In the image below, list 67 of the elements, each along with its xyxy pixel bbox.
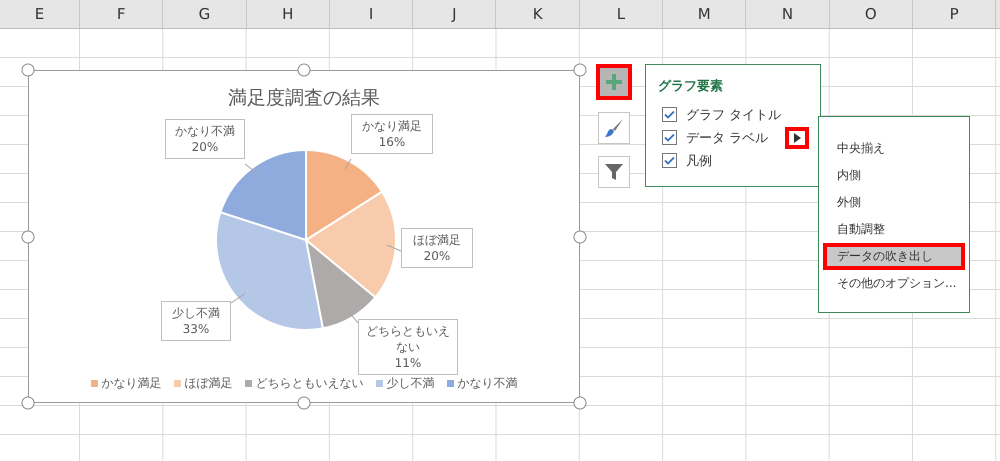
column-header[interactable]: L xyxy=(580,0,664,28)
column-header[interactable]: H xyxy=(246,0,330,28)
menu-item[interactable]: 外側 xyxy=(823,189,965,216)
callout-category: 少し不満 xyxy=(172,305,220,321)
callout-percent: 33% xyxy=(182,321,210,337)
menu-item[interactable]: 中央揃え xyxy=(823,135,965,162)
legend-swatch-icon xyxy=(174,380,180,387)
callout-category: ほぼ満足 xyxy=(413,232,461,248)
leader-line xyxy=(230,293,246,304)
menu-item[interactable]: データの吹き出し xyxy=(823,243,965,270)
leader-line xyxy=(244,164,259,175)
chart-filters-button[interactable] xyxy=(598,156,630,188)
leader-line xyxy=(346,309,358,324)
legend-swatch-icon xyxy=(90,380,98,387)
chart-styles-button[interactable] xyxy=(598,112,630,144)
leader-line xyxy=(344,158,352,170)
checkbox[interactable] xyxy=(662,153,677,168)
callout-percent: 20% xyxy=(192,139,218,155)
legend-label: かなり不満 xyxy=(458,375,518,392)
chart-elements-button[interactable] xyxy=(596,64,632,100)
resize-handle[interactable] xyxy=(574,64,586,76)
callout-category: どちらともいえない xyxy=(365,323,451,355)
resize-handle[interactable] xyxy=(22,396,34,410)
legend-label: かなり満足 xyxy=(102,375,162,392)
element-label[interactable]: グラフ タイトル xyxy=(686,106,782,124)
resize-handle[interactable] xyxy=(298,64,310,76)
panel-title: グラフ要素 xyxy=(658,78,724,95)
column-header[interactable]: J xyxy=(413,0,496,28)
callout-percent: 11% xyxy=(394,355,422,371)
legend-swatch-icon xyxy=(376,380,382,387)
column-header[interactable]: P xyxy=(912,0,996,28)
resize-handle[interactable] xyxy=(22,64,34,76)
legend-label: どちらともいえない xyxy=(256,375,364,392)
callout-percent: 16% xyxy=(378,134,406,150)
legend-label: ほぼ満足 xyxy=(184,375,232,392)
column-header[interactable]: G xyxy=(163,0,247,28)
caret-icon xyxy=(794,132,800,142)
plus-icon xyxy=(605,73,623,91)
paintbrush-icon xyxy=(604,118,624,138)
element-label[interactable]: 凡例 xyxy=(686,152,712,170)
menu-item[interactable]: 自動調整 xyxy=(823,216,965,243)
resize-handle[interactable] xyxy=(298,396,310,410)
checkbox[interactable] xyxy=(662,130,677,145)
column-header[interactable]: N xyxy=(746,0,830,28)
chart-area[interactable]: 満足度調査の結果 かなり不満 20% かなり満足 16% ほぼ満足 20% 少し不満 33% どちらともいえない 11% かなり満足 ほぼ満足 どちらともいえない 少し不満 かなり不満 xyxy=(28,70,580,403)
resize-handle[interactable] xyxy=(22,230,34,243)
legend-swatch-icon xyxy=(244,380,252,387)
legend-swatch-icon xyxy=(446,380,454,387)
callout-category: かなり不満 xyxy=(175,123,235,139)
column-header[interactable]: F xyxy=(80,0,164,28)
column-header[interactable]: M xyxy=(663,0,746,28)
column-header[interactable]: O xyxy=(830,0,913,28)
menu-item[interactable]: 内側 xyxy=(823,162,965,189)
chart-title: 満足度調査の結果 xyxy=(227,86,381,111)
column-header[interactable]: E xyxy=(0,0,80,28)
filter-icon xyxy=(604,162,624,182)
menu-item[interactable]: その他のオプション... xyxy=(823,270,965,297)
resize-handle[interactable] xyxy=(574,396,586,410)
leader-line xyxy=(386,244,402,252)
legend-label: 少し不満 xyxy=(386,375,434,392)
submenu-arrow-button[interactable] xyxy=(785,126,809,148)
callout-category: かなり満足 xyxy=(362,118,422,134)
column-header[interactable]: K xyxy=(496,0,580,28)
callout-percent: 20% xyxy=(424,248,450,264)
column-header[interactable]: I xyxy=(330,0,414,28)
element-label[interactable]: データ ラベル xyxy=(686,128,768,146)
checkbox[interactable] xyxy=(662,107,677,122)
